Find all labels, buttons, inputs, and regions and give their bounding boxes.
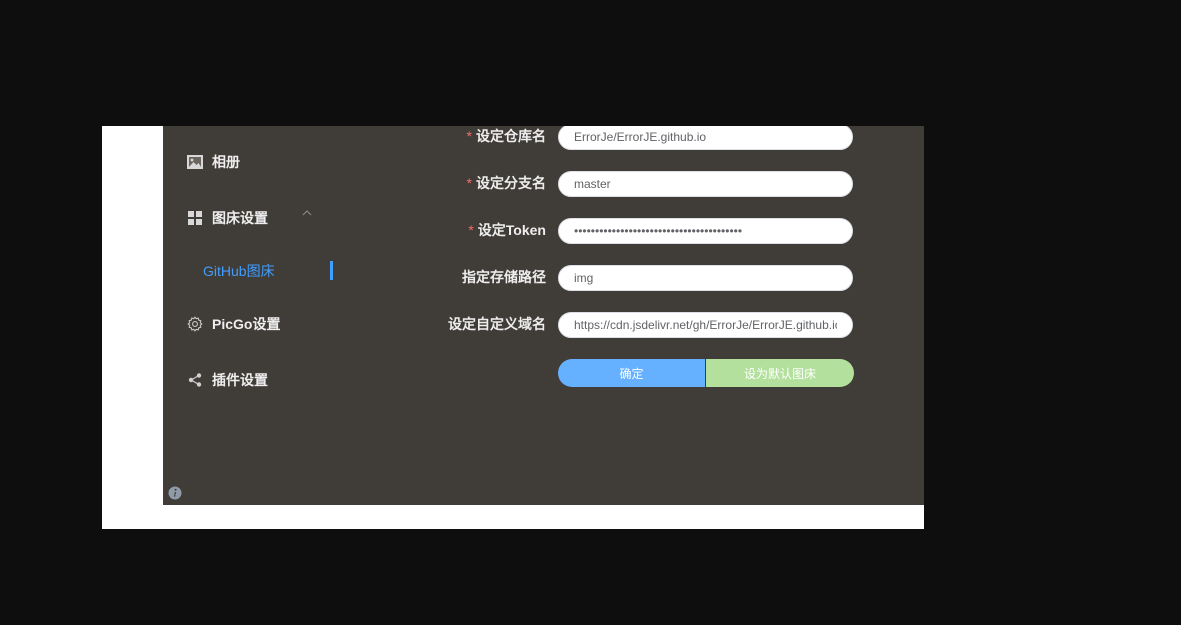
sidebar-item-picgo-settings[interactable]: PicGo设置 (187, 313, 280, 335)
set-default-button[interactable]: 设为默认图床 (706, 359, 854, 387)
token-label: * 设定Token (468, 222, 546, 238)
gear-icon (187, 316, 203, 332)
chevron-up-icon[interactable] (300, 206, 314, 220)
branch-input[interactable] (558, 171, 853, 197)
sidebar-item-picbed-settings[interactable]: 图床设置 (187, 207, 268, 229)
image-icon (187, 154, 203, 170)
sidebar-item-label: PicGo设置 (212, 316, 281, 332)
active-indicator (330, 261, 333, 280)
sidebar-item-github[interactable]: GitHub图床 (203, 260, 275, 282)
grid-icon (187, 210, 203, 226)
path-input[interactable] (558, 265, 853, 291)
domain-label: 设定自定义域名 (448, 316, 546, 332)
sidebar-item-plugin-settings[interactable]: 插件设置 (187, 369, 268, 391)
required-mark: * (468, 222, 474, 238)
info-icon[interactable] (168, 486, 182, 500)
sidebar-item-label: 图床设置 (212, 210, 268, 226)
branch-label: * 设定分支名 (466, 175, 546, 191)
token-input[interactable] (558, 218, 853, 244)
sidebar-item-album[interactable]: 相册 (187, 151, 240, 173)
settings-panel: 相册 图床设置 GitHub图床 PicGo设置 插件设置 * 设定仓库名 Er… (163, 126, 924, 505)
sidebar-item-label: 相册 (212, 154, 240, 170)
repo-label: * 设定仓库名 (466, 128, 546, 144)
required-mark: * (466, 128, 472, 144)
sidebar-item-label: 插件设置 (212, 372, 268, 388)
path-label: 指定存储路径 (462, 269, 546, 285)
required-mark: * (466, 175, 472, 191)
repo-input[interactable] (558, 126, 853, 150)
share-icon (187, 372, 203, 388)
confirm-button[interactable]: 确定 (558, 359, 705, 387)
domain-input[interactable] (558, 312, 853, 338)
